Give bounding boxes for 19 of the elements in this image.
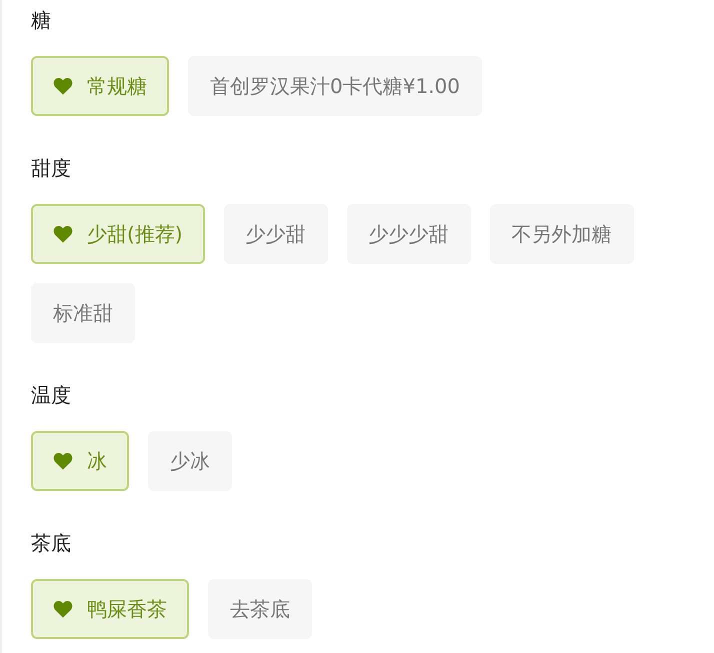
section-title: 温度 [31, 382, 71, 409]
option-chip[interactable]: 去茶底 [208, 579, 312, 639]
option-chip[interactable]: 鸭屎香茶 [31, 579, 189, 639]
section-title: 糖 [31, 7, 51, 34]
heart-icon [53, 452, 73, 470]
option-chip[interactable]: 不另外加糖 [490, 204, 634, 264]
heart-icon [53, 225, 73, 243]
option-chip[interactable]: 少冰 [148, 431, 232, 491]
section-title: 茶底 [31, 530, 71, 557]
option-chip[interactable]: 少少甜 [224, 204, 328, 264]
heart-icon [53, 77, 73, 95]
heart-icon [53, 600, 73, 618]
option-chip[interactable]: 标准甜 [31, 283, 135, 343]
section-title: 甜度 [31, 155, 71, 182]
option-chip[interactable]: 少甜(推荐) [31, 204, 205, 264]
option-chip[interactable]: 首创罗汉果汁0卡代糖¥1.00 [188, 56, 482, 116]
option-chip[interactable]: 冰 [31, 431, 129, 491]
option-chip[interactable]: 常规糖 [31, 56, 169, 116]
option-chip[interactable]: 少少少甜 [346, 204, 471, 264]
